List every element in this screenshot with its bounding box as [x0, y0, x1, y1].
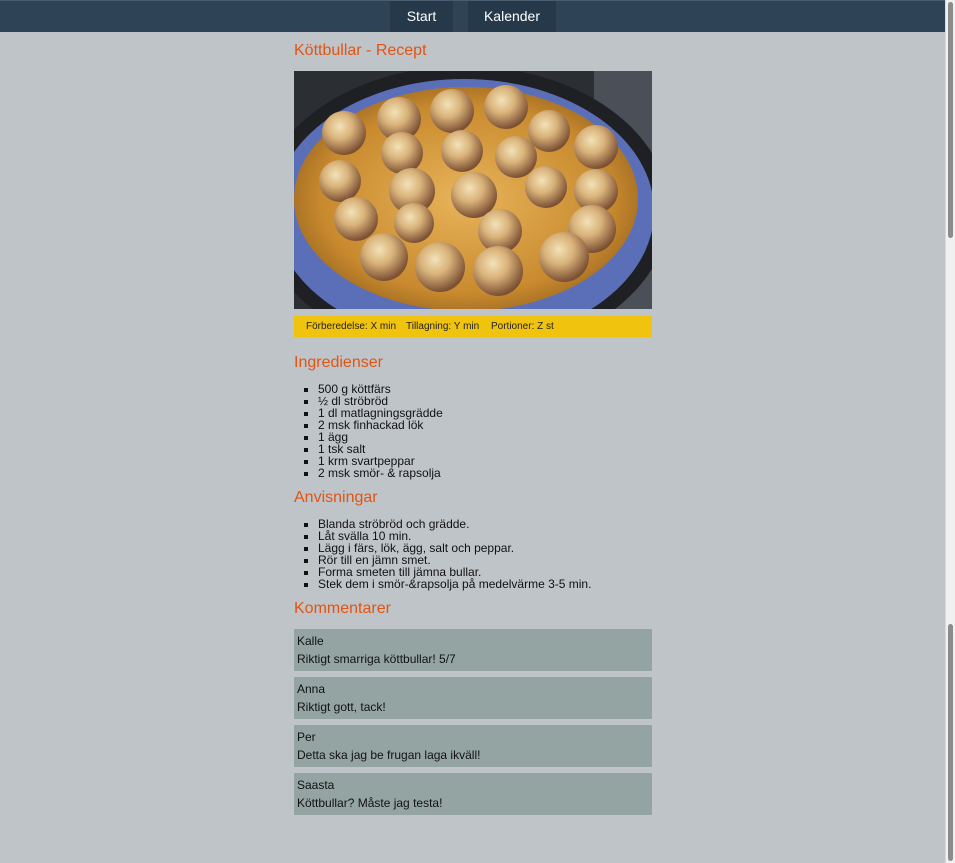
vertical-scrollbar[interactable]	[945, 0, 955, 863]
comment-author: Kalle	[297, 634, 324, 648]
nav-start-button[interactable]: Start	[390, 1, 453, 32]
portions: Portioner: Z st	[491, 321, 554, 332]
comment-author: Per	[297, 730, 316, 744]
comment-author: Anna	[297, 682, 326, 696]
ingredients-list: 500 g köttfärs ½ dl ströbröd 1 dl matlag…	[294, 383, 443, 479]
comment-text: Detta ska jag be frugan laga ikväll!	[297, 748, 481, 762]
comment-text: Riktigt smarriga köttbullar! 5/7	[297, 652, 456, 666]
scrollbar-thumb[interactable]	[948, 2, 953, 238]
comment-card: Kalle Riktigt smarriga köttbullar! 5/7	[294, 629, 652, 671]
list-item: Stek dem i smör-&rapsolja på medelvärme …	[318, 578, 591, 590]
scrollbar-thumb[interactable]	[948, 624, 953, 861]
comment-card: Per Detta ska jag be frugan laga ikväll!	[294, 725, 652, 767]
page-title: Köttbullar - Recept	[294, 42, 427, 59]
instructions-list: Blanda ströbröd och grädde. Låt svälla 1…	[294, 518, 591, 590]
list-item: 2 msk smör- & rapsolja	[318, 467, 443, 479]
instructions-heading: Anvisningar	[294, 489, 378, 506]
comment-author: Saasta	[297, 778, 335, 792]
browser-viewport: Start Kalender Köttbullar - Recept Förbe…	[0, 0, 955, 863]
nav-kalender-button[interactable]: Kalender	[468, 1, 556, 32]
comment-text: Köttbullar? Måste jag testa!	[297, 796, 443, 810]
comment-card: Saasta Köttbullar? Måste jag testa!	[294, 773, 652, 815]
comment-text: Riktigt gott, tack!	[297, 700, 386, 714]
top-navigation: Start Kalender	[0, 0, 946, 32]
recipe-info-bar: Förberedelse: X min Tillagning: Y min Po…	[294, 316, 652, 337]
ingredients-heading: Ingredienser	[294, 354, 383, 371]
comments-heading: Kommentarer	[294, 600, 391, 617]
meatball-photo	[294, 71, 652, 309]
comment-card: Anna Riktigt gott, tack!	[294, 677, 652, 719]
cook-time: Tillagning: Y min	[406, 321, 480, 332]
meatball-photo-illustration	[294, 71, 652, 309]
prep-time: Förberedelse: X min	[306, 321, 397, 332]
